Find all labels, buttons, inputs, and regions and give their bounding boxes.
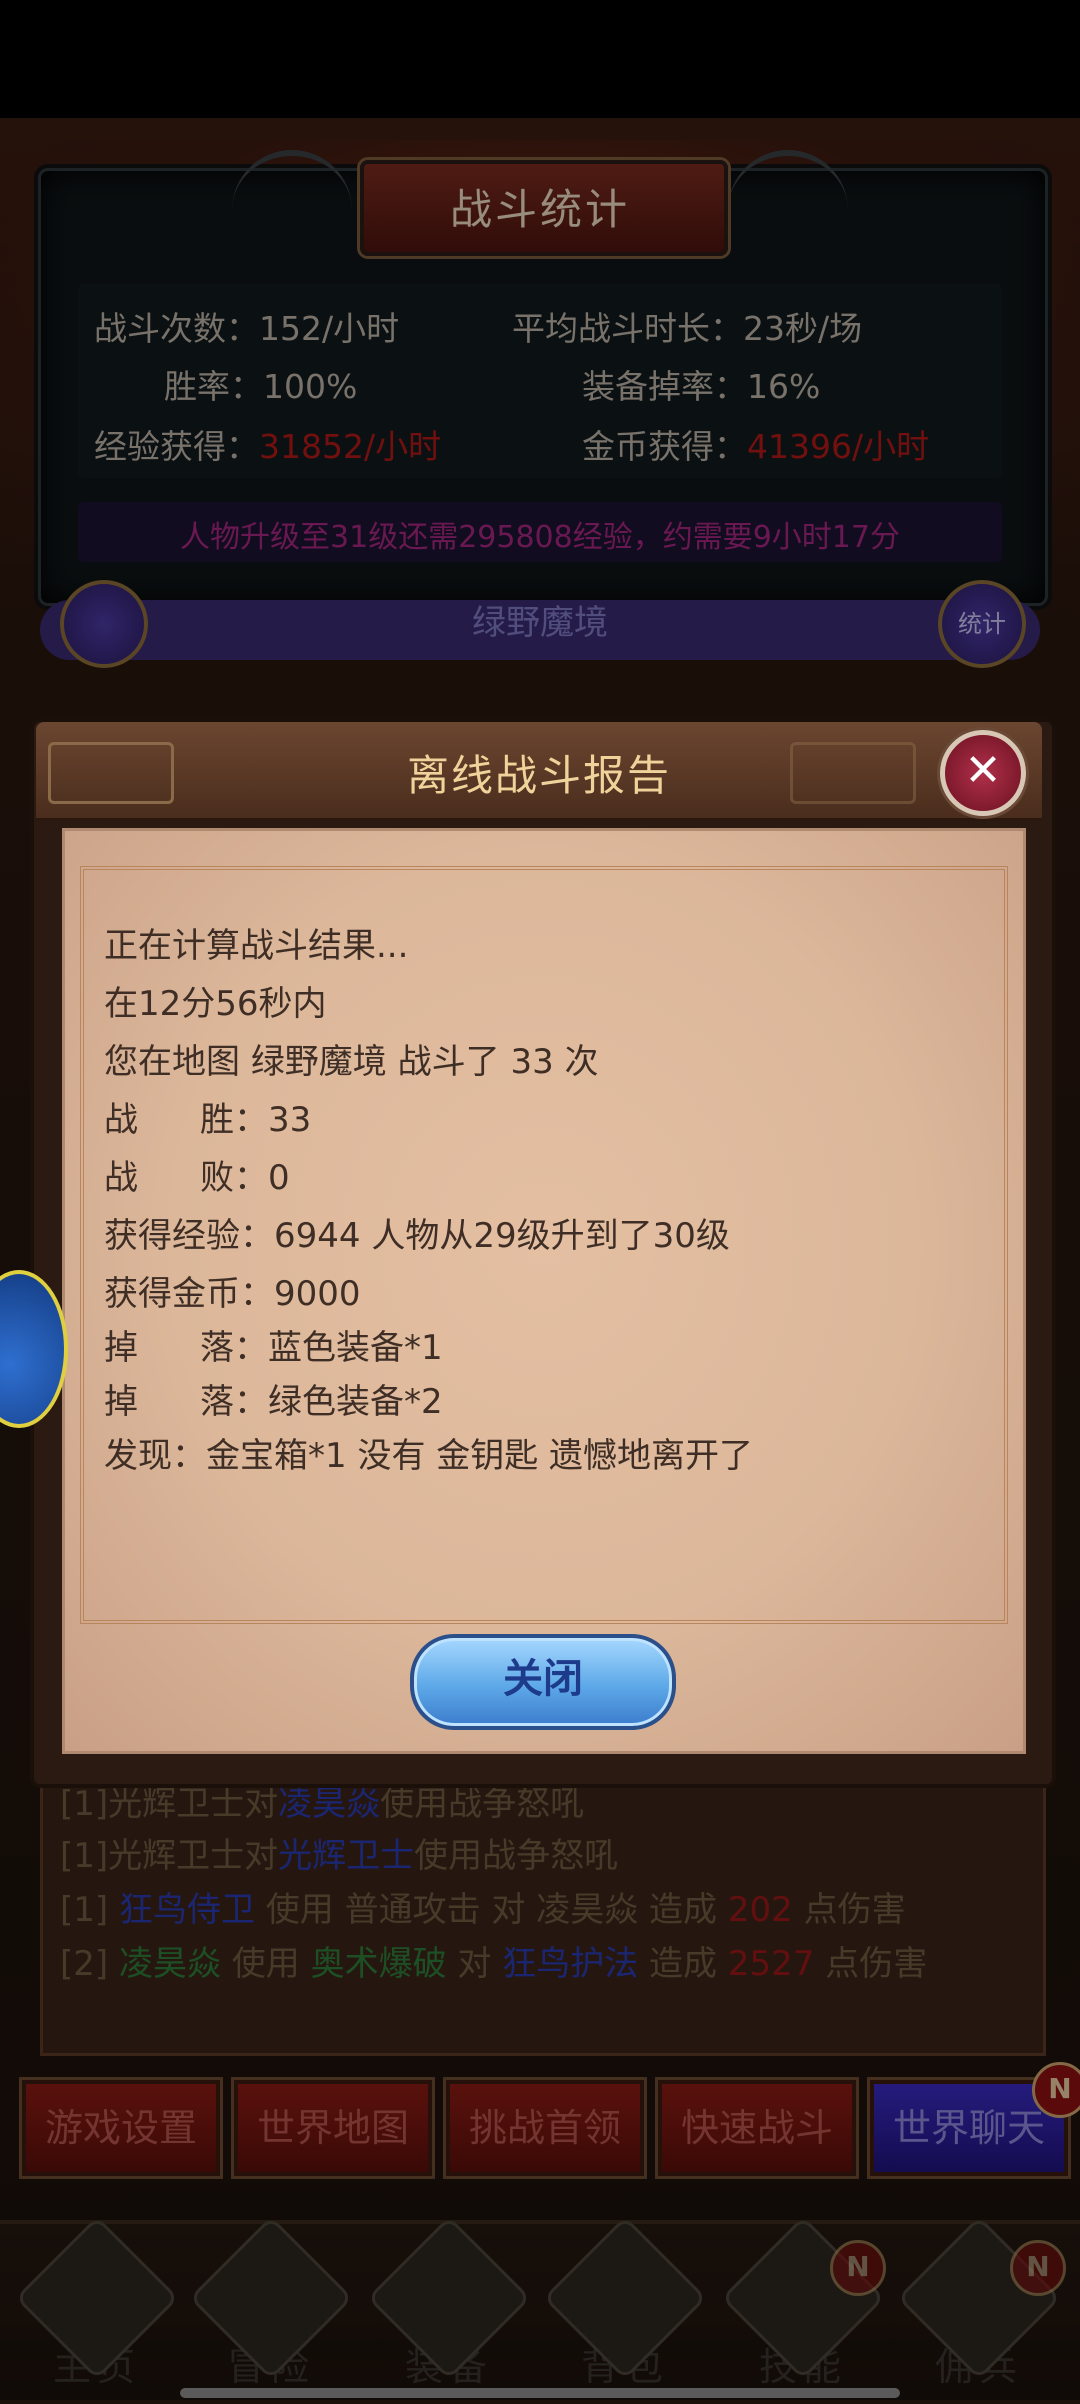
report-exp: 获得经验：6944 人物从29级升到了30级	[104, 1216, 730, 1256]
report-losses: 战败：0	[104, 1158, 290, 1198]
report-found: 发现：金宝箱*1 没有 金钥匙 遗憾地离开了	[104, 1436, 754, 1476]
report-duration: 在12分56秒内	[104, 984, 327, 1024]
status-bar-area	[0, 0, 1080, 118]
report-drop-2: 掉落：绿色装备*2	[104, 1382, 443, 1422]
report-gold: 获得金币：9000	[104, 1274, 361, 1314]
report-wins: 战胜：33	[104, 1100, 312, 1140]
report-map-line: 您在地图 绿野魔境 战斗了 33 次	[104, 1042, 599, 1082]
report-calculating: 正在计算战斗结果...	[104, 926, 409, 966]
modal-title: 离线战斗报告	[406, 751, 671, 800]
close-button[interactable]: 关闭	[410, 1634, 676, 1730]
close-icon[interactable]: ✕	[940, 730, 1026, 816]
report-drop-1: 掉落：蓝色装备*1	[104, 1328, 443, 1368]
